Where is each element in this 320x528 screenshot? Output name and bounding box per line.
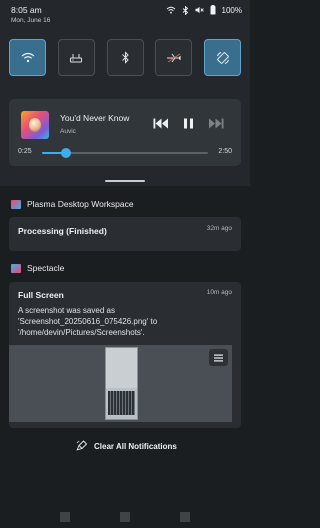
- plasma-app-icon: [11, 199, 21, 209]
- notification-processing[interactable]: Processing (Finished) 32m ago: [9, 217, 241, 251]
- panel-drag-handle[interactable]: [105, 180, 145, 182]
- notification-title: Processing (Finished): [18, 226, 107, 236]
- wifi-icon: [21, 52, 34, 63]
- notification-time: 10m ago: [206, 289, 232, 296]
- playback-duration: 2:50: [218, 148, 232, 155]
- volume-muted-icon: [195, 6, 204, 14]
- faint-navigation-bar: [60, 512, 190, 522]
- mobile-data-toggle[interactable]: [57, 39, 95, 76]
- notification-body: A screenshot was saved as 'Screenshot_20…: [18, 306, 158, 337]
- clear-all-icon: [76, 440, 88, 451]
- screenshot-thumbnail[interactable]: [9, 345, 232, 422]
- seek-slider-handle[interactable]: [61, 148, 72, 158]
- notification-group-title: Plasma Desktop Workspace: [27, 199, 134, 209]
- track-title: You'd Never Know: [60, 113, 130, 123]
- hamburger-menu-icon: [214, 354, 223, 361]
- notification-title: Full Screen: [18, 290, 64, 300]
- notification-group-spectacle: Spectacle: [11, 263, 64, 273]
- playback-position: 0:25: [18, 148, 32, 155]
- album-art: [21, 111, 49, 139]
- thumbnail-menu-button[interactable]: [209, 349, 228, 366]
- status-icons: 100%: [166, 5, 242, 15]
- router-icon: [70, 53, 83, 62]
- wifi-toggle[interactable]: [9, 39, 46, 76]
- battery-percentage: 100%: [221, 5, 242, 15]
- clear-all-notifications-button[interactable]: Clear All Notifications: [76, 440, 177, 452]
- playback-progress: 0:25 2:50: [18, 147, 232, 159]
- notification-time: 32m ago: [206, 225, 232, 232]
- spectacle-app-icon: [11, 263, 21, 273]
- bluetooth-toggle[interactable]: [106, 39, 144, 76]
- bluetooth-icon: [121, 51, 129, 64]
- rotate-icon: [216, 51, 229, 64]
- seek-slider[interactable]: [42, 148, 208, 158]
- clock-date: Mon, June 16: [11, 17, 51, 24]
- screenshot-preview: [105, 347, 138, 420]
- notification-group-title: Spectacle: [27, 263, 65, 273]
- bluetooth-off-icon: [182, 5, 188, 15]
- previous-track-icon[interactable]: [153, 118, 169, 129]
- airplane-off-icon: [166, 53, 181, 62]
- clear-all-label: Clear All Notifications: [94, 441, 177, 451]
- quick-settings-row: [9, 39, 241, 77]
- media-controls: [153, 118, 224, 129]
- pause-icon[interactable]: [183, 118, 194, 129]
- clock-time: 8:05 am: [11, 5, 42, 15]
- track-artist: Auvic: [60, 128, 76, 135]
- notification-group-plasma: Plasma Desktop Workspace: [11, 199, 134, 209]
- preview-keyboard: [108, 391, 135, 415]
- status-bar: 8:05 am Mon, June 16 100%: [0, 0, 250, 30]
- airplane-mode-toggle[interactable]: [155, 39, 193, 76]
- auto-rotate-toggle[interactable]: [204, 39, 241, 76]
- battery-icon: [210, 5, 216, 15]
- media-player-card: You'd Never Know Auvic 0:25 2:50: [9, 99, 241, 166]
- next-track-icon[interactable]: [208, 118, 224, 129]
- wifi-icon: [166, 6, 175, 14]
